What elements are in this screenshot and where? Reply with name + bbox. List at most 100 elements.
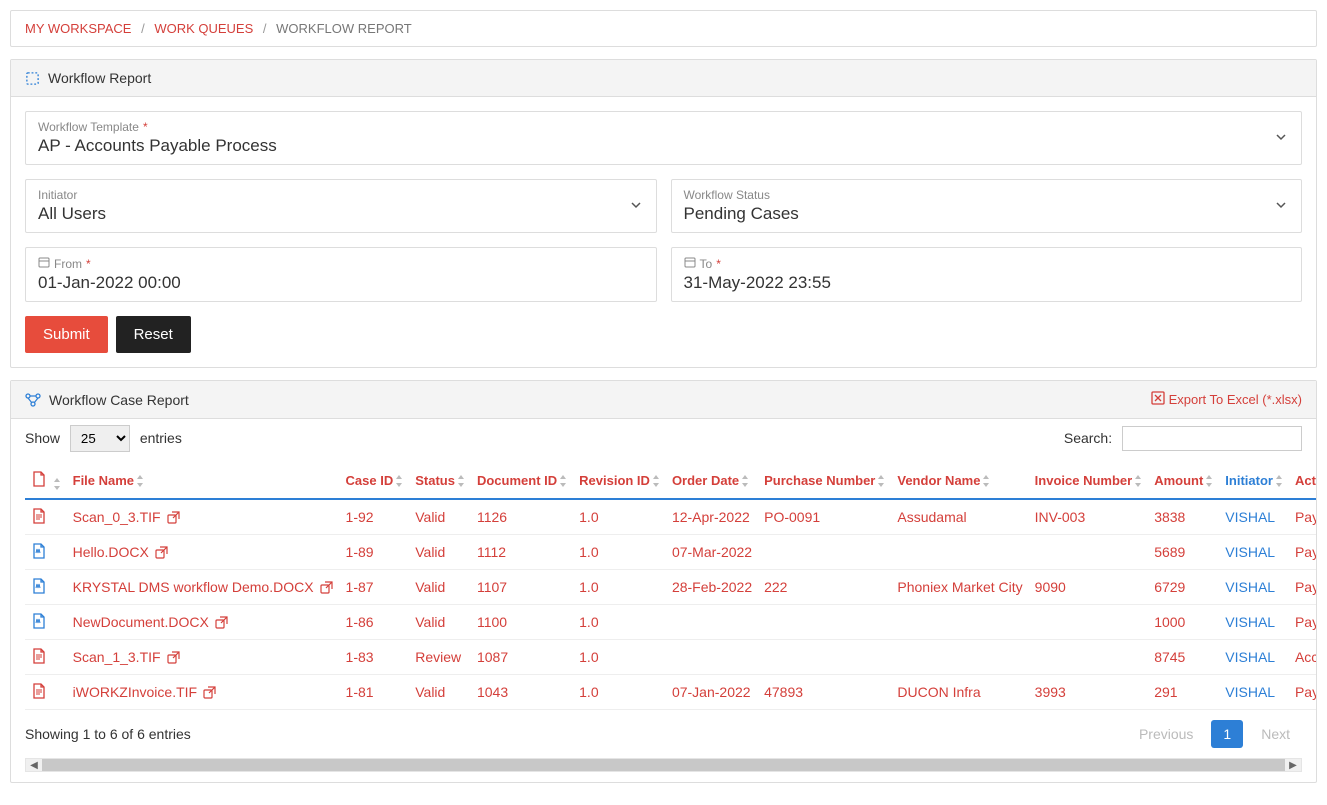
cell-file-name[interactable]: iWORKZInvoice.TIF [67, 675, 340, 710]
col-file-name[interactable]: File Name [67, 462, 340, 499]
breadcrumb-current: WORKFLOW REPORT [276, 21, 412, 36]
table-info: Showing 1 to 6 of 6 entries [25, 726, 191, 742]
cell-amount: 3838 [1148, 499, 1219, 535]
cell-document-id: 1043 [471, 675, 573, 710]
cell-purchase-number: 222 [758, 570, 891, 605]
cell-case-id: 1-89 [340, 535, 410, 570]
workflow-status-value: Pending Cases [684, 204, 1290, 224]
horizontal-scrollbar[interactable]: ◀ ▶ [25, 758, 1302, 772]
col-document-id[interactable]: Document ID [471, 462, 573, 499]
cell-purchase-number [758, 640, 891, 675]
cell-status: Valid [409, 535, 471, 570]
to-label: To [700, 257, 713, 271]
document-icon [31, 647, 47, 665]
table-row: Scan_0_3.TIF1-92Valid11261.012-Apr-2022P… [25, 499, 1316, 535]
breadcrumb-my-workspace[interactable]: MY WORKSPACE [25, 21, 131, 36]
show-prefix: Show [25, 430, 60, 446]
sort-icon [136, 475, 144, 487]
workflow-status-label: Workflow Status [684, 188, 770, 202]
cell-file-icon [25, 570, 67, 605]
col-order-date[interactable]: Order Date [666, 462, 758, 499]
cell-revision-id: 1.0 [573, 605, 666, 640]
cell-status: Valid [409, 499, 471, 535]
col-vendor-name[interactable]: Vendor Name [891, 462, 1028, 499]
search-input[interactable] [1122, 426, 1302, 451]
open-external-icon[interactable] [203, 686, 217, 700]
sort-icon [652, 475, 660, 487]
cell-invoice-number: 3993 [1029, 675, 1149, 710]
initiator-label: Initiator [38, 188, 77, 202]
breadcrumb-work-queues[interactable]: WORK QUEUES [154, 21, 253, 36]
prev-page[interactable]: Previous [1127, 720, 1205, 748]
col-status[interactable]: Status [409, 462, 471, 499]
calendar-icon [684, 256, 696, 271]
cell-file-icon [25, 499, 67, 535]
cell-revision-id: 1.0 [573, 570, 666, 605]
scroll-right-icon: ▶ [1285, 759, 1301, 771]
to-date-input[interactable]: To * 31-May-2022 23:55 [671, 247, 1303, 302]
required-marker: * [86, 257, 91, 271]
col-revision-id[interactable]: Revision ID [573, 462, 666, 499]
col-initiator[interactable]: Initiator [1219, 462, 1289, 499]
sort-icon [1134, 475, 1142, 487]
cell-activity: Account [1289, 640, 1316, 675]
cell-status: Valid [409, 675, 471, 710]
cell-status: Valid [409, 605, 471, 640]
from-date-input[interactable]: From * 01-Jan-2022 00:00 [25, 247, 657, 302]
reset-button[interactable]: Reset [116, 316, 191, 353]
chevron-down-icon [630, 198, 642, 214]
open-external-icon[interactable] [320, 581, 334, 595]
cell-invoice-number [1029, 605, 1149, 640]
cell-vendor-name: Phoniex Market City [891, 570, 1028, 605]
initiator-select[interactable]: Initiator All Users [25, 179, 657, 233]
cell-document-id: 1100 [471, 605, 573, 640]
table-footer: Showing 1 to 6 of 6 entries Previous 1 N… [11, 710, 1316, 758]
panel-title: Workflow Case Report [49, 392, 189, 408]
cell-order-date: 28-Feb-2022 [666, 570, 758, 605]
cell-activity: Payable [1289, 535, 1316, 570]
cell-initiator: VISHAL [1219, 605, 1289, 640]
cell-file-name[interactable]: Hello.DOCX [67, 535, 340, 570]
cell-amount: 6729 [1148, 570, 1219, 605]
cell-file-name[interactable]: Scan_1_3.TIF [67, 640, 340, 675]
col-case-id[interactable]: Case ID [340, 462, 410, 499]
col-activity[interactable]: Activity [1289, 462, 1316, 499]
open-external-icon[interactable] [155, 546, 169, 560]
document-icon [31, 577, 47, 595]
open-external-icon[interactable] [167, 511, 181, 525]
cell-file-name[interactable]: KRYSTAL DMS workflow Demo.DOCX [67, 570, 340, 605]
pagination: Previous 1 Next [1127, 720, 1302, 748]
entries-select[interactable]: 25 [70, 425, 130, 452]
open-external-icon[interactable] [167, 651, 181, 665]
sort-icon [1205, 475, 1213, 487]
panel-header: Workflow Case Report Export To Excel (*.… [11, 381, 1316, 419]
workflow-template-select[interactable]: Workflow Template * AP - Accounts Payabl… [25, 111, 1302, 165]
scrollbar-thumb[interactable] [42, 759, 1285, 771]
col-purchase-number[interactable]: Purchase Number [758, 462, 891, 499]
export-excel-link[interactable]: Export To Excel (*.xlsx) [1151, 391, 1302, 408]
cell-file-icon [25, 640, 67, 675]
flowchart-icon [25, 393, 41, 407]
cell-order-date [666, 640, 758, 675]
cell-order-date [666, 605, 758, 640]
open-external-icon[interactable] [215, 616, 229, 630]
next-page[interactable]: Next [1249, 720, 1302, 748]
calendar-icon [38, 256, 50, 271]
cell-amount: 1000 [1148, 605, 1219, 640]
col-file-icon[interactable] [25, 462, 67, 499]
col-invoice-number[interactable]: Invoice Number [1029, 462, 1149, 499]
workflow-status-select[interactable]: Workflow Status Pending Cases [671, 179, 1303, 233]
cell-amount: 8745 [1148, 640, 1219, 675]
cell-vendor-name [891, 605, 1028, 640]
sort-icon [395, 475, 403, 487]
cell-initiator: VISHAL [1219, 535, 1289, 570]
page-1[interactable]: 1 [1211, 720, 1243, 748]
cell-order-date: 12-Apr-2022 [666, 499, 758, 535]
scroll-left-icon: ◀ [26, 759, 42, 771]
cell-file-name[interactable]: Scan_0_3.TIF [67, 499, 340, 535]
col-amount[interactable]: Amount [1148, 462, 1219, 499]
cell-case-id: 1-92 [340, 499, 410, 535]
cell-file-name[interactable]: NewDocument.DOCX [67, 605, 340, 640]
submit-button[interactable]: Submit [25, 316, 108, 353]
chevron-down-icon [1275, 130, 1287, 146]
